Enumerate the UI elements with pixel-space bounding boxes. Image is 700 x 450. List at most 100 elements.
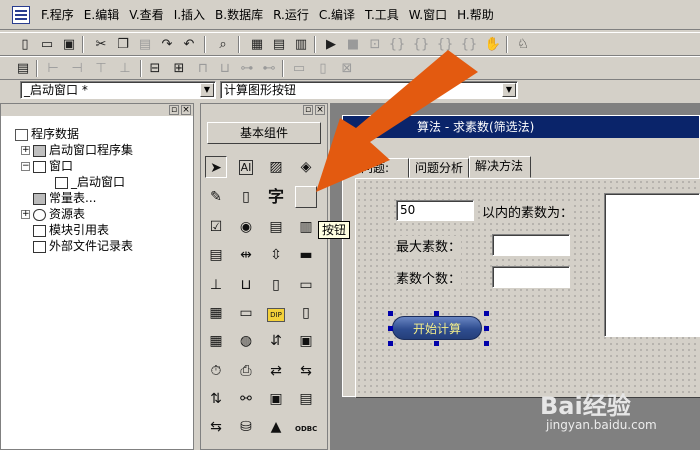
calendar-tool-icon[interactable]: ▦ [205,330,227,352]
status-bar-tool-icon[interactable]: ▭ [295,274,317,296]
pointer-tool-icon[interactable]: ➤ [205,156,227,178]
space-vertical-icon[interactable]: ⊷ [260,60,278,77]
vscroll-tool-icon[interactable]: ⇳ [265,244,287,266]
layout-horizontal-icon[interactable]: ▤ [270,36,288,53]
resize-handle[interactable] [434,341,439,346]
database-tool-icon[interactable]: ⛁ [235,416,257,438]
db-grid-tool-icon[interactable]: ⇆ [205,416,227,438]
progress-tool-icon[interactable]: ▬ [295,244,317,266]
grid-icon[interactable]: ▤ [14,60,32,77]
save-icon[interactable]: ▣ [60,36,78,53]
layout-window-icon[interactable]: ▦ [248,36,266,53]
align-top-icon[interactable]: ⊤ [92,60,110,77]
same-width-icon[interactable]: ⊓ [194,60,212,77]
menu-program[interactable]: F.程序 [36,6,79,23]
breakpoint-hand-icon[interactable]: ✋ [484,36,502,53]
tab-solution[interactable]: 解决方法 [469,156,531,178]
picture-box-tool-icon[interactable]: ▯ [295,302,317,324]
max-prime-field[interactable] [492,234,570,256]
shape-tool-icon[interactable]: ◈ [295,156,317,178]
tab-tool-icon[interactable]: ⊔ [235,274,257,296]
odbc-tool-icon[interactable]: ODBC [295,416,317,438]
clock-tool-icon[interactable]: ⏱ [205,360,227,382]
label-tool-icon[interactable]: AI [235,156,257,178]
tab-analysis[interactable]: 问题分析 [409,158,469,178]
menu-compile[interactable]: C.编译 [314,6,360,23]
run-to-cursor-icon[interactable]: {} [460,36,478,53]
spin-tool-icon[interactable]: ⇵ [265,330,287,352]
resize-handle[interactable] [484,326,489,331]
tree-item[interactable]: 模块引用表 [33,222,109,238]
menu-run[interactable]: R.运行 [268,6,314,23]
restore-icon[interactable]: ▫ [303,105,313,115]
tree-item[interactable]: 常量表... [33,190,96,206]
tree-item[interactable]: 外部文件记录表 [33,238,133,254]
step-over-icon[interactable]: {} [412,36,430,53]
paste-icon[interactable]: ▤ [136,36,154,53]
network-tool-icon[interactable]: ⇅ [205,388,227,410]
stop-icon[interactable]: ■ [344,36,362,53]
size-both-icon[interactable]: ⊠ [338,60,356,77]
data-provider-tool-icon[interactable]: ⇆ [295,360,317,382]
component-select[interactable]: 计算图形按钮 ▼ [220,81,518,99]
menu-database[interactable]: B.数据库 [210,6,268,23]
menu-view[interactable]: V.查看 [124,6,168,23]
printer-tool-icon[interactable]: ⎙ [235,360,257,382]
edit-box-tool-icon[interactable]: ✎ [205,186,227,208]
tree-item[interactable]: − 窗口 [21,158,73,174]
client-tool-icon[interactable]: ▤ [295,388,317,410]
tree-item[interactable]: _启动窗口 [55,174,125,190]
menu-tools[interactable]: T.工具 [360,6,404,23]
menu-edit[interactable]: E.编辑 [79,6,124,23]
combobox-tool-icon[interactable]: ▥ [295,216,317,238]
step-out-icon[interactable]: {} [436,36,454,53]
select-list-tool-icon[interactable]: ▤ [205,244,227,266]
picture-tool-icon[interactable]: ▨ [265,156,287,178]
copy-icon[interactable]: ❐ [114,36,132,53]
frame-tool-icon[interactable]: ▣ [265,388,287,410]
menu-help[interactable]: H.帮助 [452,6,499,23]
rich-edit-tool-icon[interactable]: ▯ [235,186,257,208]
prime-count-field[interactable] [492,266,570,288]
number-input[interactable]: 50 [396,200,474,221]
center-horizontal-icon[interactable]: ⊟ [146,60,164,77]
basic-components-button[interactable]: 基本组件 [207,122,321,144]
tree-item[interactable]: + 资源表 [21,206,85,222]
resize-handle[interactable] [484,311,489,316]
undo-icon[interactable]: ↶ [180,36,198,53]
char-tool-icon[interactable]: 字 [265,186,287,208]
globe-tool-icon[interactable]: ◍ [235,330,257,352]
find-icon[interactable]: ⌕ [214,36,232,53]
align-right-icon[interactable]: ⊣ [68,60,86,77]
collapse-icon[interactable]: − [21,162,30,171]
center-vertical-icon[interactable]: ⊞ [170,60,188,77]
hscroll-tool-icon[interactable]: ⇹ [235,244,257,266]
open-folder-icon[interactable]: ▭ [38,36,56,53]
new-file-icon[interactable]: ▯ [16,36,34,53]
tree-item[interactable]: 程序数据 [15,126,79,142]
start-calc-button[interactable]: 开始计算 [392,316,482,340]
space-horizontal-icon[interactable]: ⊶ [238,60,256,77]
window-select[interactable]: _启动窗口 * ▼ [20,81,216,99]
resize-handle[interactable] [434,311,439,316]
cut-icon[interactable]: ✂ [92,36,110,53]
link-tool-icon[interactable]: ⚯ [235,388,257,410]
resize-handle[interactable] [388,311,393,316]
radio-tool-icon[interactable]: ◉ [235,216,257,238]
resize-handle[interactable] [484,341,489,346]
result-list-box[interactable] [604,193,700,337]
table-tool-icon[interactable]: ▣ [295,330,317,352]
data-source-tool-icon[interactable]: ⇄ [265,360,287,382]
redo-icon[interactable]: ↷ [158,36,176,53]
step-into-icon[interactable]: {} [388,36,406,53]
dip-tool-icon[interactable]: DIP [265,302,287,324]
menu-insert[interactable]: I.插入 [169,6,210,23]
tree-item[interactable]: + 启动窗口程序集 [21,142,133,158]
close-icon[interactable]: × [315,105,325,115]
size-width-icon[interactable]: ▭ [290,60,308,77]
expand-icon[interactable]: + [21,210,30,219]
help-search-icon[interactable]: ♘ [514,36,532,53]
compile-icon[interactable]: ⊡ [366,36,384,53]
close-icon[interactable]: × [181,105,191,115]
button-tool-icon[interactable] [295,186,317,208]
